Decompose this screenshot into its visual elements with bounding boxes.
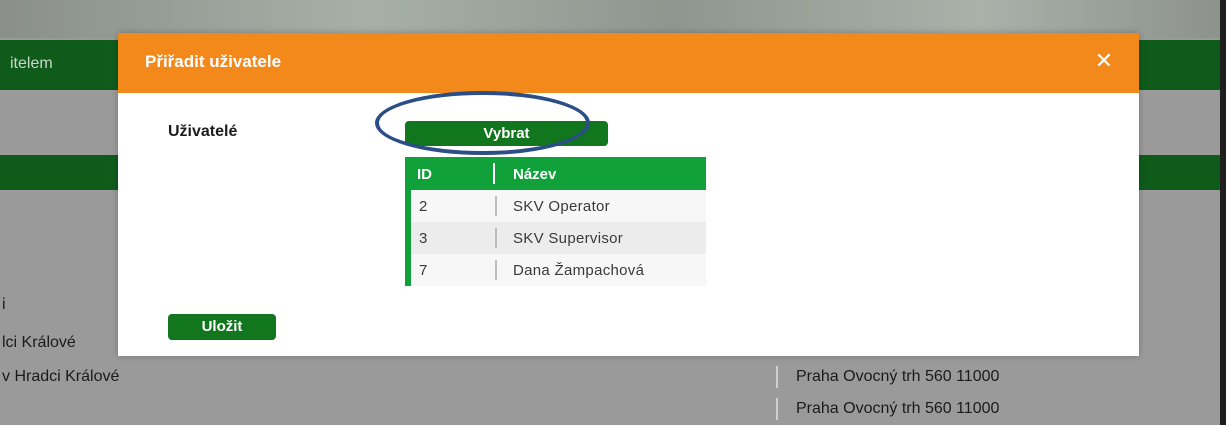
save-button[interactable]: Uložit <box>168 314 276 340</box>
users-label: Uživatelé <box>168 123 238 140</box>
table-row[interactable]: 7 Dana Žampachová <box>405 254 706 286</box>
background-frame-edge <box>1220 0 1226 425</box>
background-row-text: v Hradci Králové <box>2 368 120 385</box>
background-row-text: i <box>2 296 6 313</box>
column-separator <box>495 260 497 280</box>
dialog-title: Přiřadit uživatele <box>145 52 282 71</box>
row-name: SKV Operator <box>513 198 610 215</box>
background-row-text: lci Králové <box>2 334 76 351</box>
column-separator <box>495 228 497 248</box>
table-row[interactable]: 3 SKV Supervisor <box>405 222 706 254</box>
row-name: SKV Supervisor <box>513 230 624 247</box>
column-separator <box>493 163 495 184</box>
column-header-id: ID <box>417 166 432 183</box>
table-row[interactable]: 2 SKV Operator <box>405 190 706 222</box>
dialog-header: Přiřadit uživatele ✕ <box>118 33 1139 93</box>
assign-user-dialog: Přiřadit uživatele ✕ Uživatelé Vybrat ID… <box>118 33 1139 356</box>
row-name: Dana Žampachová <box>513 262 645 279</box>
background-toolbar-label: itelem <box>10 55 53 72</box>
highlight-annotation-ellipse <box>375 91 590 155</box>
column-header-name: Název <box>513 166 557 183</box>
row-id: 2 <box>419 198 428 215</box>
background-row-address: Praha Ovocný trh 560 11000 <box>796 400 1000 417</box>
close-icon[interactable]: ✕ <box>1093 50 1115 72</box>
background-column-separator <box>776 366 778 388</box>
background-row-address: Praha Ovocný trh 560 11000 <box>796 368 1000 385</box>
row-id: 7 <box>419 262 428 279</box>
column-separator <box>495 196 497 216</box>
table-header: ID Název <box>405 157 706 190</box>
background-column-separator <box>776 398 778 420</box>
selected-users-table: ID Název 2 SKV Operator 3 SKV Supervisor… <box>405 157 706 286</box>
row-id: 3 <box>419 230 428 247</box>
